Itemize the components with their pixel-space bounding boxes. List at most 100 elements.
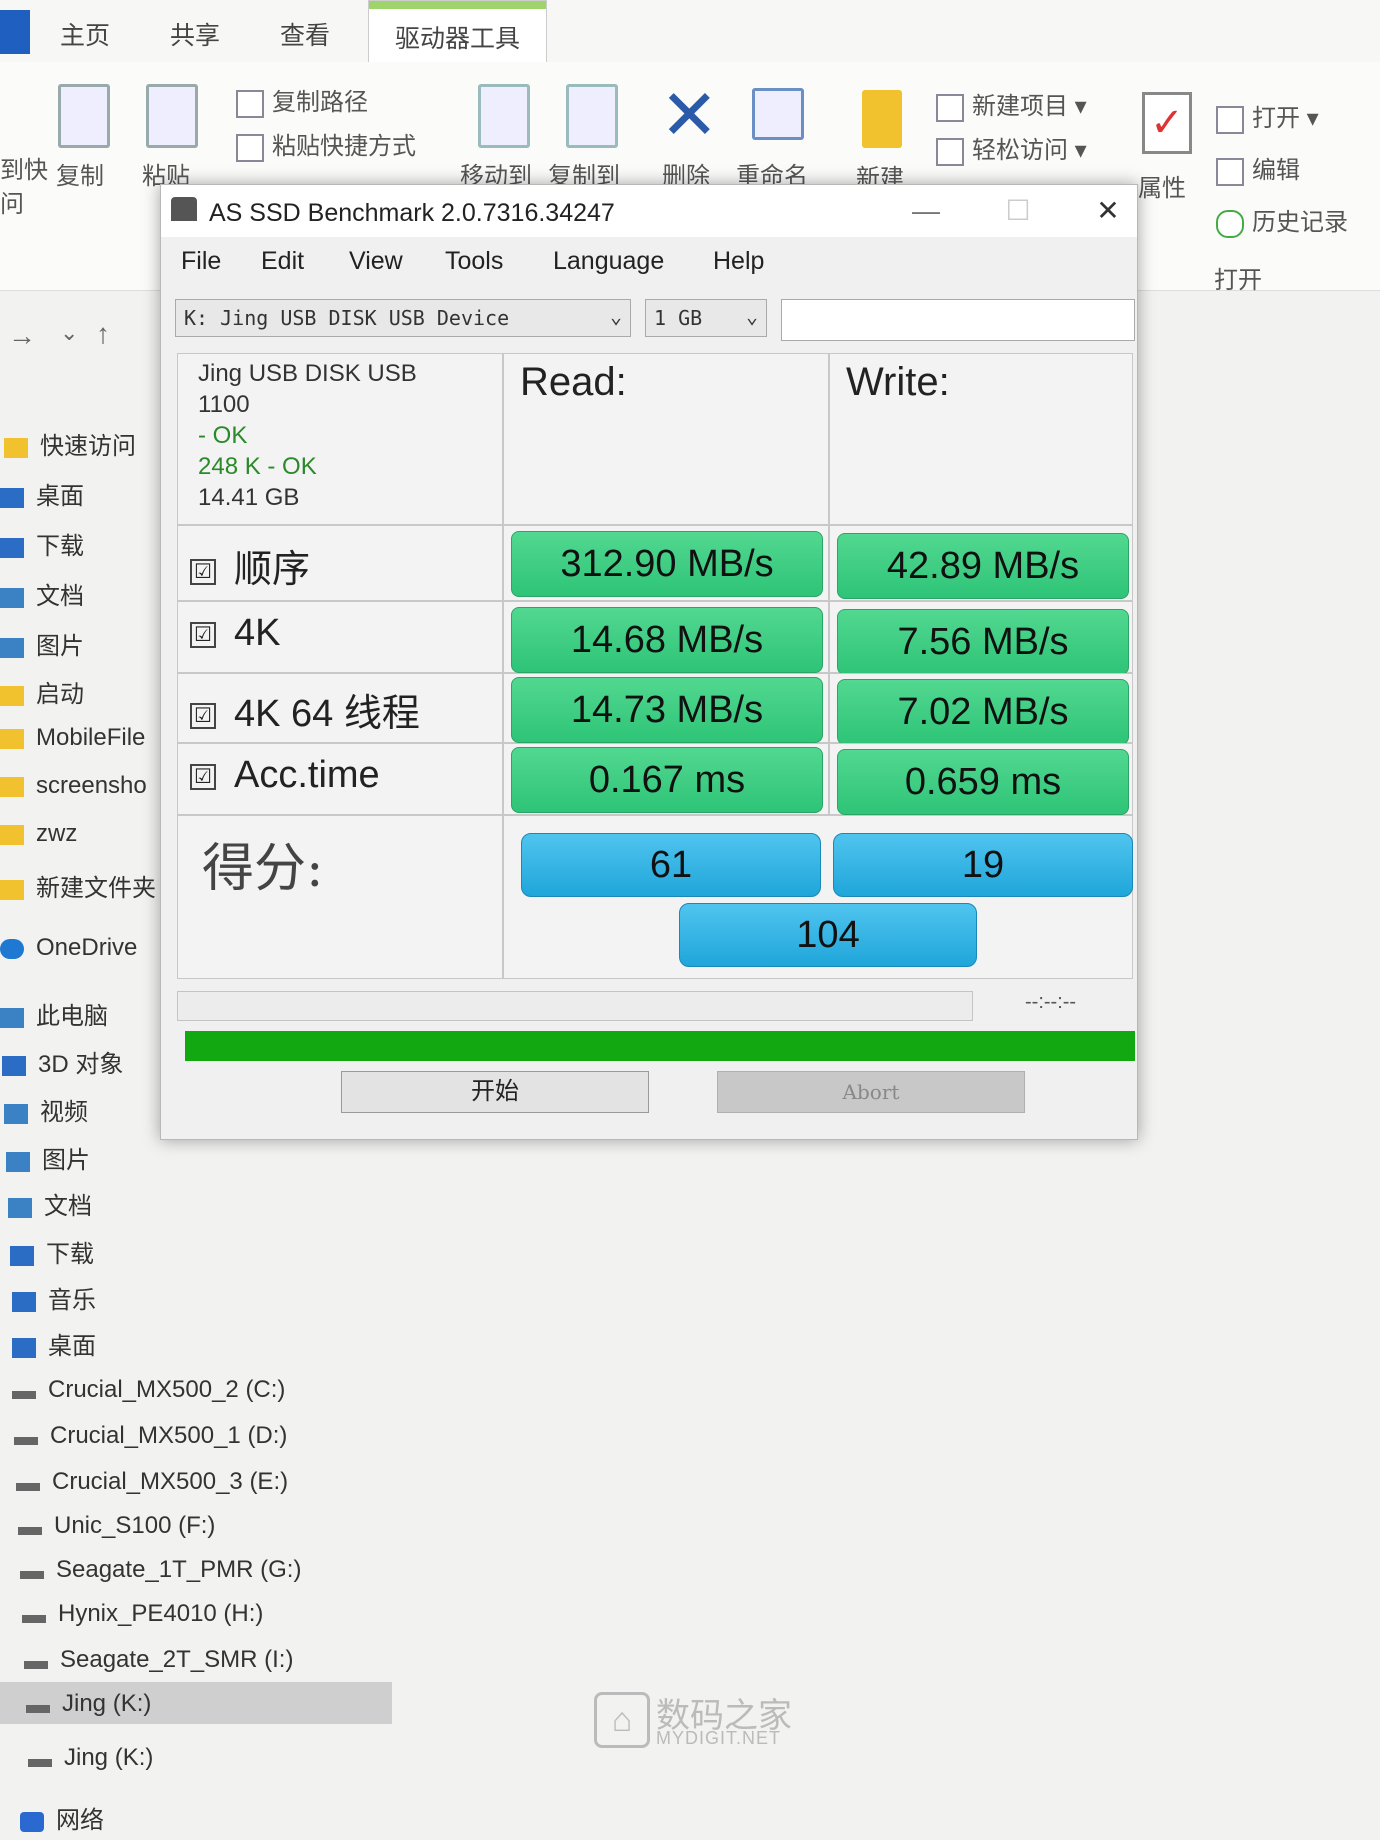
sidebar-item[interactable]: Crucial_MX500_1 (D:) [14, 1422, 287, 1450]
drive-icon [16, 1482, 40, 1491]
sidebar-item[interactable]: screensho [0, 772, 147, 800]
menu-tools[interactable]: Tools [445, 247, 503, 276]
menu-file[interactable]: File [181, 247, 221, 276]
properties-icon: ✓ [1142, 92, 1192, 154]
sidebar-item[interactable]: 快速访问 [4, 426, 136, 461]
sidebar-item[interactable]: Crucial_MX500_2 (C:) [12, 1376, 285, 1404]
sidebar-item-label: MobileFile [36, 724, 146, 751]
tab-view[interactable]: 查看 [280, 16, 330, 52]
up-arrow-icon[interactable]: ↑ [96, 318, 110, 350]
sidebar-item[interactable]: 文档 [0, 576, 84, 611]
close-button[interactable]: ✕ [1083, 191, 1133, 231]
drive-select[interactable]: K: Jing USB DISK USB Device ⌄ [175, 299, 631, 337]
sidebar-item[interactable]: 文档 [8, 1186, 92, 1221]
sidebar-item[interactable]: 视频 [4, 1092, 88, 1127]
seq-checkbox[interactable]: ☑ [190, 558, 216, 585]
properties-button[interactable]: 属性 [1138, 168, 1186, 203]
sidebar-item[interactable]: 新建文件夹 [0, 868, 156, 903]
sidebar-item[interactable]: Seagate_1T_PMR (G:) [20, 1556, 301, 1584]
size-select[interactable]: 1 GB ⌄ [645, 299, 767, 337]
menu-edit[interactable]: Edit [261, 247, 304, 276]
sidebar-item[interactable]: MobileFile [0, 724, 145, 752]
read-score: 61 [521, 833, 821, 897]
paste-shortcut-button[interactable]: 粘贴快捷方式 [236, 126, 416, 162]
sidebar-item[interactable]: Hynix_PE4010 (H:) [22, 1600, 263, 1628]
sidebar-item[interactable]: 桌面 [12, 1326, 96, 1361]
4k-label-cell: ☑ 4K [177, 601, 503, 673]
sidebar-item[interactable]: Jing (K:) [26, 1690, 151, 1718]
sidebar-item[interactable]: 图片 [0, 626, 84, 661]
4k64-checkbox[interactable]: ☑ [190, 702, 216, 729]
minimize-button[interactable]: — [901, 191, 951, 231]
easy-access-button[interactable]: 轻松访问 ▾ [936, 130, 1087, 166]
4k64-label-cell: ☑ 4K 64 线程 [177, 673, 503, 743]
download-icon [10, 1245, 34, 1266]
pin-quick-access-button[interactable]: 到快 问 [0, 154, 48, 222]
acc-checkbox[interactable]: ☑ [190, 763, 216, 790]
size-select-value: 1 GB [654, 306, 703, 330]
sidebar-item[interactable]: Seagate_2T_SMR (I:) [24, 1646, 293, 1674]
sidebar-item[interactable]: Unic_S100 (F:) [18, 1512, 215, 1540]
sidebar-item-label: Seagate_1T_PMR (G:) [56, 1556, 302, 1583]
sidebar-item[interactable]: 下载 [0, 526, 84, 561]
new-item-button[interactable]: 新建项目 ▾ [936, 86, 1087, 122]
sidebar-item-label: Jing (K:) [64, 1744, 154, 1771]
sidebar-item-label: 图片 [42, 1147, 90, 1174]
abort-button[interactable]: Abort [717, 1071, 1025, 1113]
sidebar-item[interactable]: 音乐 [12, 1280, 96, 1315]
sidebar-item[interactable]: 网络 [20, 1800, 104, 1835]
copy-path-button[interactable]: 复制路径 [236, 82, 368, 118]
results-grid: Jing USB DISK USB 1100 - OK 248 K - OK 1… [177, 353, 1133, 983]
sidebar-item[interactable]: 3D 对象 [2, 1044, 123, 1079]
picture-icon [0, 637, 24, 658]
sidebar-item-label: 3D 对象 [38, 1051, 124, 1078]
sidebar-item-label: 音乐 [48, 1287, 96, 1314]
sidebar-item[interactable]: 启动 [0, 674, 84, 709]
sidebar-item-label: 视频 [40, 1099, 88, 1126]
4k-checkbox[interactable]: ☑ [190, 621, 216, 648]
drive-icon [12, 1390, 36, 1399]
4k-label: 4K [234, 612, 281, 654]
drive-icon [26, 1704, 50, 1713]
acc-write-value: 0.659 ms [837, 749, 1129, 815]
sidebar-item-label: 快速访问 [40, 433, 136, 460]
tab-drive-tools[interactable]: 驱动器工具 [368, 0, 548, 62]
sidebar-item[interactable]: OneDrive [0, 934, 137, 962]
4k-checkbox-label[interactable]: ☑ 4K [190, 612, 280, 655]
sidebar-item-label: Jing (K:) [62, 1690, 152, 1717]
sidebar-item[interactable]: Crucial_MX500_3 (E:) [16, 1468, 288, 1496]
history-button[interactable]: 历史记录 [1216, 202, 1348, 238]
tab-home[interactable]: 主页 [60, 16, 110, 52]
sidebar-item[interactable]: 下载 [10, 1234, 94, 1269]
start-button[interactable]: 开始 [341, 1071, 649, 1113]
drive-select-value: K: Jing USB DISK USB Device [184, 306, 510, 330]
sidebar-item[interactable]: 桌面 [0, 476, 84, 511]
tab-share[interactable]: 共享 [170, 16, 220, 52]
file-tab[interactable] [0, 10, 30, 54]
menu-language[interactable]: Language [553, 247, 664, 276]
desktop-icon [12, 1337, 36, 1358]
sidebar-item[interactable]: 图片 [6, 1140, 90, 1175]
sidebar-item[interactable]: 此电脑 [0, 996, 108, 1031]
forward-arrow-icon[interactable]: → [8, 320, 36, 352]
seq-label-cell: ☑ 顺序 [177, 525, 503, 601]
cloud-icon [0, 938, 24, 959]
4k64-checkbox-label[interactable]: ☑ 4K 64 线程 [190, 682, 420, 737]
seq-checkbox-label[interactable]: ☑ 顺序 [190, 538, 310, 593]
star-icon [4, 437, 28, 458]
edit-button[interactable]: 编辑 [1216, 150, 1300, 186]
copy-button[interactable]: 复制 [56, 156, 104, 191]
maximize-button[interactable]: ☐ [993, 191, 1043, 231]
sidebar-item[interactable]: Jing (K:) [28, 1744, 153, 1772]
acc-checkbox-label[interactable]: ☑ Acc.time [190, 754, 380, 797]
cube-icon [2, 1055, 26, 1076]
acc-label: Acc.time [234, 754, 380, 796]
open-button[interactable]: 打开 ▾ [1216, 98, 1319, 134]
title-bar: AS SSD Benchmark 2.0.7316.34247 — ☐ ✕ [161, 185, 1137, 237]
copy-icon [58, 84, 110, 148]
as-ssd-window: AS SSD Benchmark 2.0.7316.34247 — ☐ ✕ Fi… [160, 184, 1138, 1140]
menu-help[interactable]: Help [713, 247, 764, 276]
sidebar-item[interactable]: zwz [0, 820, 77, 848]
history-dropdown-icon[interactable]: ⌄ [60, 320, 78, 346]
menu-view[interactable]: View [349, 247, 403, 276]
